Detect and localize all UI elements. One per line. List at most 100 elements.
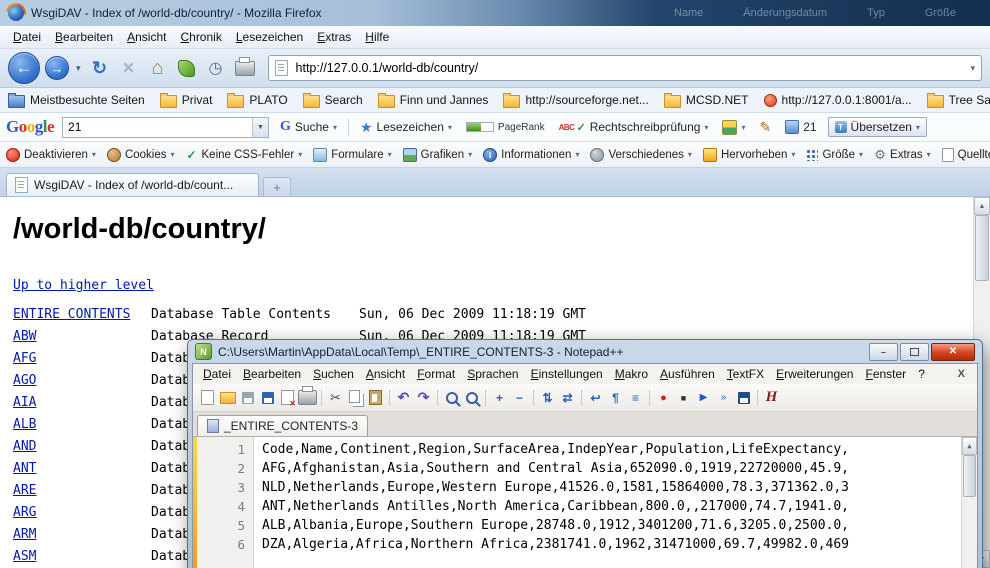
forward-button[interactable]: → xyxy=(45,56,69,80)
minimize-button[interactable]: – xyxy=(869,343,898,361)
menu-item-bearbeiten[interactable]: Bearbeiten xyxy=(48,28,120,46)
translate-button[interactable]: TÜbersetzen▾ xyxy=(828,117,927,137)
paste-button[interactable] xyxy=(366,388,385,408)
up-to-higher-level-link[interactable]: Up to higher level xyxy=(13,278,154,293)
edit-button[interactable]: ✎ xyxy=(756,117,774,138)
dir-entry-link[interactable]: ENTIRE CONTENTS xyxy=(13,307,151,322)
bookmark-item[interactable]: Tree Samples xyxy=(927,93,990,108)
dir-entry-link[interactable]: AIA xyxy=(13,395,151,410)
bookmark-item[interactable]: MCSD.NET xyxy=(664,93,749,108)
zoom-out-button[interactable]: − xyxy=(510,388,529,408)
new-tab-button[interactable]: + xyxy=(263,177,291,196)
menu-item-extras[interactable]: Extras xyxy=(310,28,358,46)
refresh-button[interactable]: ↻ xyxy=(88,55,112,81)
run-macro-multiple-button[interactable]: » xyxy=(714,388,733,408)
npp-menu-ansicht[interactable]: Ansicht xyxy=(360,365,411,383)
webdev-information-menu[interactable]: iInformationen▾ xyxy=(483,148,579,162)
webdev-cookies-menu[interactable]: Cookies▾ xyxy=(107,148,175,162)
menu-item-chronik[interactable]: Chronik xyxy=(173,28,228,46)
addon-leaf-button[interactable] xyxy=(175,55,199,81)
indent-guides-button[interactable]: ≡ xyxy=(626,388,645,408)
home-button[interactable]: ⌂ xyxy=(146,55,170,81)
google-search-box[interactable]: ▼ xyxy=(62,117,269,138)
npp-menu-makro[interactable]: Makro xyxy=(609,365,654,383)
location-dropdown-icon[interactable]: ▾ xyxy=(970,63,975,74)
npp-menu-suchen[interactable]: Suchen xyxy=(307,365,360,383)
new-file-button[interactable] xyxy=(198,388,217,408)
menu-item-lesezeichen[interactable]: Lesezeichen xyxy=(229,28,310,46)
print-button[interactable] xyxy=(233,55,257,81)
npp-menu-erweiterungen[interactable]: Erweiterungen xyxy=(770,365,859,383)
menu-item-datei[interactable]: Datei xyxy=(6,28,48,46)
search-history-dropdown-icon[interactable]: ▼ xyxy=(252,118,268,137)
bookmark-item[interactable]: http://sourceforge.net... xyxy=(503,93,648,108)
back-button[interactable]: ← xyxy=(8,52,40,84)
editor-scrollbar[interactable]: ▲ xyxy=(961,437,977,568)
show-symbols-button[interactable]: ¶ xyxy=(606,388,625,408)
editor-area[interactable]: 1 2 3 4 5 6 Code,Name,Continent,Region,S… xyxy=(193,437,977,568)
replace-button[interactable] xyxy=(462,388,481,408)
webdev-outline-menu[interactable]: Hervorheben▾ xyxy=(703,148,796,162)
dir-entry-link[interactable]: ASM xyxy=(13,549,151,564)
bookmark-item[interactable]: Meistbesuchte Seiten xyxy=(8,93,145,108)
zoom-in-button[interactable]: + xyxy=(490,388,509,408)
bookmark-item[interactable]: Privat xyxy=(160,93,213,108)
find-button[interactable] xyxy=(442,388,461,408)
menu-item-hilfe[interactable]: Hilfe xyxy=(358,28,396,46)
google-bookmarks-button[interactable]: ★Lesezeichen▾ xyxy=(357,117,455,138)
stop-button[interactable]: ✕ xyxy=(117,55,141,81)
dir-entry-link[interactable]: ALB xyxy=(13,417,151,432)
bookmark-item[interactable]: http://127.0.0.1:8001/a... xyxy=(764,93,912,107)
bookmark-item[interactable]: PLATO xyxy=(227,93,287,108)
webdev-css-menu[interactable]: ✓Keine CSS-Fehler▾ xyxy=(186,149,303,161)
npp-menu-format[interactable]: Format xyxy=(411,365,461,383)
spellcheck-button[interactable]: ABC✓Rechtschreibprüfung▾ xyxy=(556,118,712,136)
dir-entry-link[interactable]: AFG xyxy=(13,351,151,366)
webdev-resize-menu[interactable]: Größe▾ xyxy=(806,149,863,161)
scrollbar-thumb[interactable] xyxy=(963,455,976,497)
npp-menu-help[interactable]: ? xyxy=(912,365,931,383)
save-button[interactable] xyxy=(238,388,257,408)
npp-menu-fenster[interactable]: Fenster xyxy=(859,365,912,383)
copy-button[interactable] xyxy=(346,388,365,408)
close-file-button[interactable] xyxy=(278,388,297,408)
firefox-titlebar[interactable]: WsgiDAV - Index of /world-db/country/ - … xyxy=(0,0,990,26)
scroll-up-icon[interactable]: ▲ xyxy=(962,437,977,455)
document-tab[interactable]: _ENTIRE_CONTENTS-3 xyxy=(197,415,368,436)
cut-button[interactable]: ✂ xyxy=(326,388,345,408)
open-file-button[interactable] xyxy=(218,388,237,408)
save-all-button[interactable] xyxy=(258,388,277,408)
pagerank-indicator[interactable]: PageRank xyxy=(463,120,548,135)
webdev-source-menu[interactable]: Quelltext xyxy=(942,148,990,162)
menu-item-ansicht[interactable]: Ansicht xyxy=(120,28,173,46)
dir-entry-link[interactable]: ARE xyxy=(13,483,151,498)
print-button-npp[interactable] xyxy=(298,388,317,408)
npp-menu-bearbeiten[interactable]: Bearbeiten xyxy=(237,365,307,383)
location-bar[interactable]: ▾ xyxy=(268,55,982,81)
counter-button[interactable]: 21 xyxy=(782,118,819,136)
gallery-button[interactable]: ▾ xyxy=(719,118,748,137)
document-close-icon[interactable]: X xyxy=(950,368,973,380)
tab-wsgidav[interactable]: WsgiDAV - Index of /world-db/count... xyxy=(6,173,259,196)
record-macro-button[interactable]: ● xyxy=(654,388,673,408)
notepad-titlebar[interactable]: N C:\Users\Martin\AppData\Local\Temp\_EN… xyxy=(192,340,978,363)
undo-button[interactable]: ↶ xyxy=(394,388,413,408)
npp-menu-sprachen[interactable]: Sprachen xyxy=(461,365,524,383)
dir-entry-link[interactable]: ABW xyxy=(13,329,151,344)
word-wrap-button[interactable]: ↩ xyxy=(586,388,605,408)
dir-entry-link[interactable]: AND xyxy=(13,439,151,454)
npp-menu-ausfuehren[interactable]: Ausführen xyxy=(654,365,721,383)
bookmark-item[interactable]: Search xyxy=(303,93,363,108)
webdev-disable-menu[interactable]: Deaktivieren▾ xyxy=(6,148,96,162)
code-lines[interactable]: Code,Name,Continent,Region,SurfaceArea,I… xyxy=(254,437,977,568)
npp-menu-datei[interactable]: Datei xyxy=(197,365,237,383)
npp-menu-textfx[interactable]: TextFX xyxy=(721,365,770,383)
google-search-input[interactable] xyxy=(63,119,252,136)
sync-horizontal-button[interactable]: ⇄ xyxy=(558,388,577,408)
webdev-tools-menu[interactable]: ⚙Extras▾ xyxy=(874,149,931,161)
dir-entry-link[interactable]: ARM xyxy=(13,527,151,542)
dir-entry-link[interactable]: ANT xyxy=(13,461,151,476)
npp-menu-einstellungen[interactable]: Einstellungen xyxy=(525,365,609,383)
save-macro-button[interactable] xyxy=(734,388,753,408)
dir-entry-link[interactable]: AGO xyxy=(13,373,151,388)
